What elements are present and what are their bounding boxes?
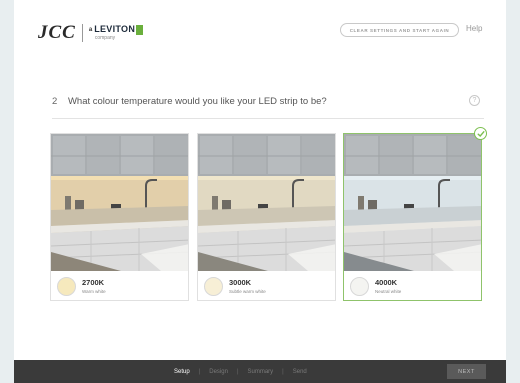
- option-info: 4000K Neutral white: [344, 271, 481, 302]
- color-swatch: [350, 277, 369, 296]
- temperature-option-3000k[interactable]: 3000K Subtle warm white: [197, 133, 336, 301]
- step-summary[interactable]: Summary: [248, 369, 274, 375]
- configurator-page: JCC a LEVITON company CLEAR SETTINGS AND…: [14, 0, 506, 383]
- brand-logo: JCC a LEVITON company: [38, 22, 144, 44]
- logo-jcc: JCC: [38, 22, 76, 43]
- option-description: Warm white: [82, 289, 106, 294]
- question-text: What colour temperature would you like y…: [67, 96, 327, 107]
- logo-leviton-name: LEVITON: [94, 24, 136, 34]
- step-setup[interactable]: Setup: [174, 369, 190, 375]
- option-description: Subtle warm white: [229, 289, 266, 294]
- logo-leviton-mark: [136, 25, 144, 35]
- logo-leviton: a LEVITON company: [88, 24, 144, 41]
- step-separator: |: [236, 368, 239, 375]
- footer: Setup | Design | Summary | Send NEXT: [14, 360, 506, 383]
- header: JCC a LEVITON company CLEAR SETTINGS AND…: [14, 0, 506, 56]
- step-separator: |: [282, 368, 284, 375]
- kitchen-photo: [198, 134, 335, 271]
- option-temperature: 2700K: [82, 278, 105, 287]
- option-temperature: 3000K: [229, 278, 252, 287]
- help-link[interactable]: Help: [466, 24, 482, 33]
- logo-leviton-sub: company: [94, 35, 116, 41]
- kitchen-photo: [344, 134, 481, 271]
- question-divider: [52, 118, 484, 119]
- step-nav: Setup | Design | Summary | Send: [174, 360, 307, 383]
- option-info: 2700K Warm white: [51, 271, 188, 302]
- option-temperature: 4000K: [375, 278, 398, 287]
- logo-leviton-prefix: a: [88, 27, 93, 33]
- temperature-option-2700k[interactable]: 2700K Warm white: [50, 133, 189, 301]
- logo-divider: [81, 24, 83, 42]
- question-heading: 2 What colour temperature would you like…: [52, 96, 327, 107]
- color-swatch: [57, 277, 76, 296]
- step-send[interactable]: Send: [293, 369, 307, 375]
- option-description: Neutral white: [375, 289, 402, 294]
- next-button[interactable]: NEXT: [447, 364, 486, 379]
- option-info: 3000K Subtle warm white: [198, 271, 335, 302]
- kitchen-photo: [51, 134, 188, 271]
- step-separator: |: [198, 368, 201, 375]
- question-number: 2: [52, 96, 58, 107]
- selected-check-icon: [474, 127, 487, 140]
- color-swatch: [204, 277, 223, 296]
- step-design[interactable]: Design: [209, 369, 228, 375]
- clear-settings-button[interactable]: CLEAR SETTINGS AND START AGAIN: [340, 23, 459, 37]
- temperature-option-4000k[interactable]: 4000K Neutral white: [343, 133, 482, 301]
- question-help-icon[interactable]: ?: [469, 95, 480, 106]
